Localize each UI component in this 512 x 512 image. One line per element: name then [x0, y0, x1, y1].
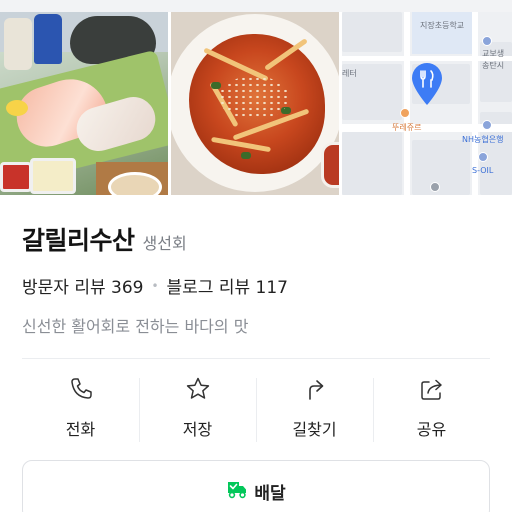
map-label-nh-bank: NH농협은행 [462, 135, 504, 144]
delivery-label: 배달 [254, 484, 286, 504]
save-button[interactable]: 저장 [139, 372, 256, 444]
bakery-dot-icon [400, 108, 410, 118]
gas-station-dot-icon [478, 152, 488, 162]
map-pin-icon[interactable] [410, 62, 444, 106]
delivery-button[interactable]: 배달 [22, 460, 490, 512]
map-label-bank-top: 교보생 [482, 49, 505, 58]
bank-dot-icon [482, 36, 492, 46]
section-divider [22, 358, 490, 359]
visitor-reviews-link[interactable]: 방문자 리뷰 369 [22, 273, 143, 298]
status-strip [0, 0, 512, 12]
star-icon [186, 377, 209, 399]
nh-bank-dot-icon [482, 120, 492, 130]
action-bar: 전화 저장 길찾기 공유 [22, 372, 490, 444]
directions-icon [308, 380, 323, 400]
poi-dot-icon [430, 182, 440, 192]
place-title-row: 갈릴리수산 생선회 [22, 221, 187, 257]
blog-reviews-link[interactable]: 블로그 리뷰 117 [167, 273, 288, 298]
map-label-bank-bottom: 송탄시 [482, 61, 505, 70]
place-name: 갈릴리수산 [22, 226, 135, 255]
map-label-school: 지장초등학교 [420, 21, 465, 30]
review-summary: 방문자 리뷰 369 • 블로그 리뷰 117 [22, 273, 288, 298]
share-label: 공유 [416, 420, 447, 439]
call-button[interactable]: 전화 [22, 372, 139, 444]
review-separator: • [151, 278, 159, 293]
place-description: 신선한 활어회로 전하는 바다의 맛 [22, 317, 249, 336]
place-category: 생선회 [142, 234, 187, 253]
photo-sashimi[interactable] [0, 12, 168, 195]
delivery-truck-icon [228, 482, 247, 499]
map-label-corner: 레터 [342, 69, 357, 78]
call-label: 전화 [65, 420, 96, 439]
map-label-bakery: 뚜레쥬르 [392, 123, 422, 132]
share-icon [420, 379, 442, 400]
photo-spicy-noodles[interactable] [171, 12, 339, 195]
map-label-gas-station: S-OIL [472, 166, 494, 175]
phone-icon [70, 378, 92, 399]
share-button[interactable]: 공유 [373, 372, 490, 444]
save-label: 저장 [182, 420, 213, 439]
directions-label: 길찾기 [292, 420, 337, 439]
directions-button[interactable]: 길찾기 [256, 372, 373, 444]
